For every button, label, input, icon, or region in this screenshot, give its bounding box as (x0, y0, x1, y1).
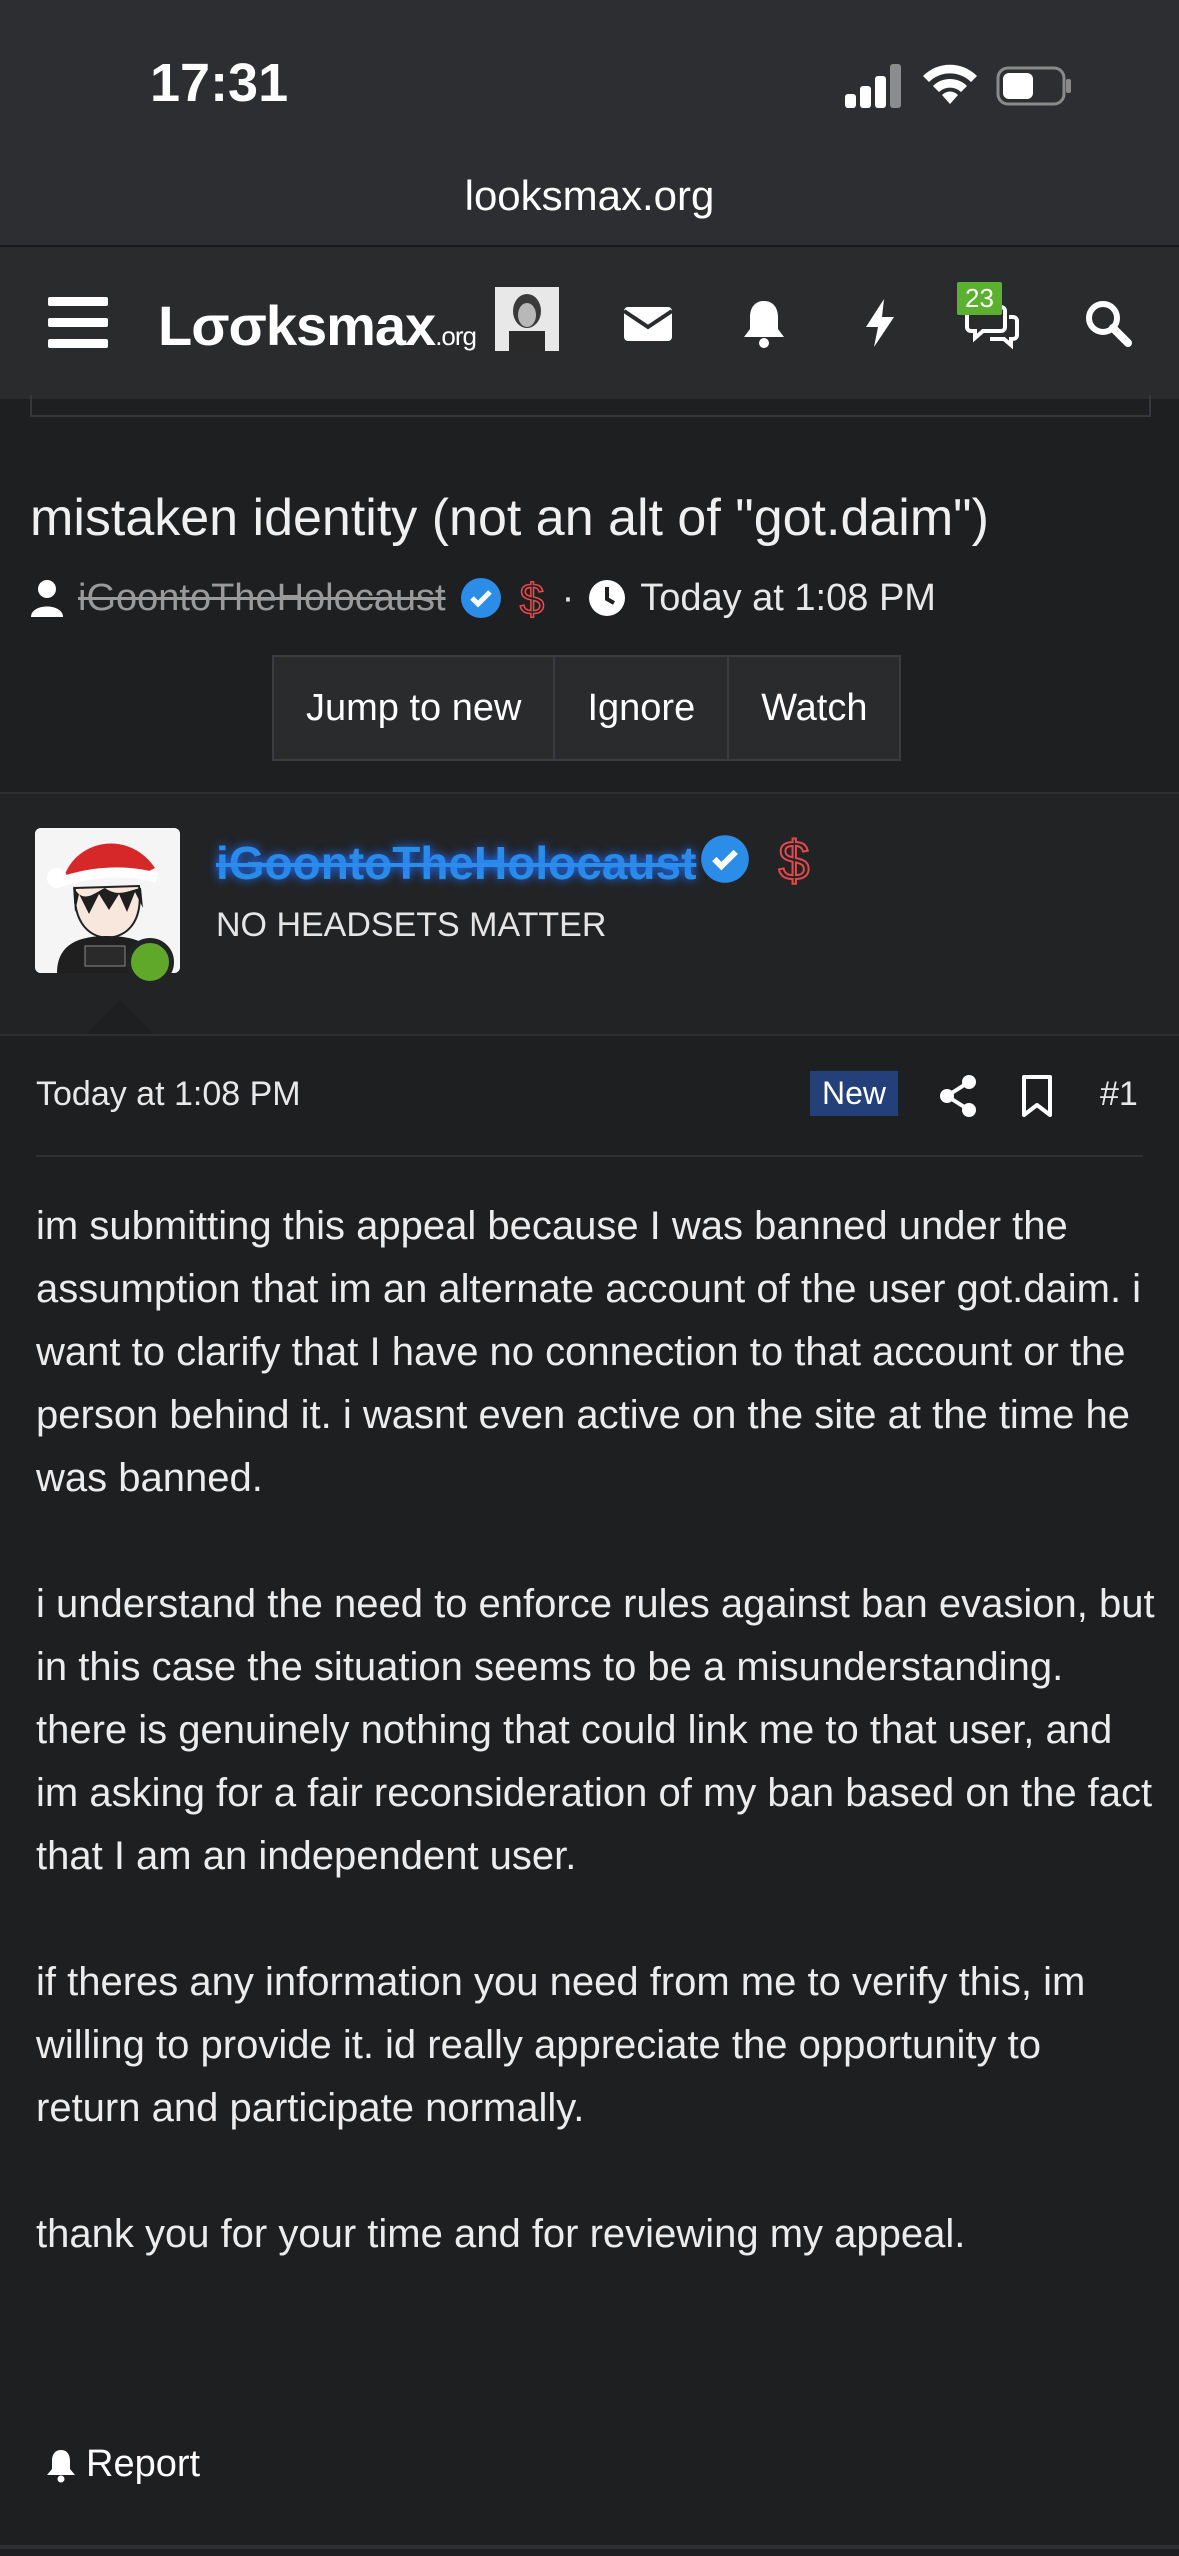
menu-icon[interactable] (48, 297, 108, 349)
site-navbar: Lσσksmax.org 23 (0, 245, 1179, 399)
browser-chrome: 17:31 looksmax.org (0, 0, 1179, 245)
url-bar[interactable]: looksmax.org (0, 172, 1179, 220)
bookmark-icon[interactable] (1020, 1074, 1054, 1118)
post-paragraph: i understand the need to enforce rules a… (36, 1582, 1155, 1878)
cellular-signal-icon (845, 62, 903, 108)
post-user-block: iGoontoTheHolocaust $ NO HEADSETS MATTER (0, 794, 1179, 1034)
clock-icon (589, 580, 626, 616)
bell-icon[interactable] (736, 295, 792, 351)
dollar-icon: $ (777, 830, 810, 890)
post-paragraph: im submitting this appeal because I was … (36, 1204, 1142, 1500)
post-paragraph: thank you for your time and for reviewin… (36, 2212, 966, 2256)
logo-suffix: .org (435, 321, 477, 351)
avatar-image (495, 287, 559, 351)
post-username[interactable]: iGoontoTheHolocaust (216, 836, 696, 890)
verified-icon (460, 578, 501, 618)
thread-meta: iGoontoTheHolocaust $ · Today at 1:08 PM (30, 573, 936, 623)
post-number[interactable]: #1 (1100, 1075, 1138, 1114)
nav-divider (30, 395, 1151, 417)
user-icon (31, 580, 63, 617)
site-logo[interactable]: Lσσksmax.org (158, 293, 477, 358)
share-icon[interactable] (938, 1074, 978, 1118)
post-date[interactable]: Today at 1:08 PM (36, 1075, 301, 1114)
divider (0, 2545, 1179, 2549)
new-badge: New (810, 1071, 899, 1116)
battery-icon (996, 66, 1071, 106)
meta-separator: · (561, 576, 575, 619)
account-avatar[interactable] (495, 287, 559, 351)
wifi-icon (923, 64, 977, 104)
verified-icon (701, 835, 749, 883)
mail-icon[interactable] (620, 295, 676, 351)
divider (0, 1034, 1179, 1036)
user-title: NO HEADSETS MATTER (216, 906, 607, 944)
online-indicator (126, 938, 174, 986)
bell-icon (47, 2449, 75, 2482)
logo-text: Lσσksmax (158, 294, 436, 357)
search-icon[interactable] (1080, 295, 1136, 351)
jump-to-new-button[interactable]: Jump to new (272, 655, 556, 761)
dollar-icon: $ (519, 574, 545, 622)
watch-button[interactable]: Watch (729, 655, 902, 761)
svg-text:$: $ (519, 575, 543, 622)
report-label: Report (86, 2443, 201, 2485)
thread-author[interactable]: iGoontoTheHolocaust (78, 577, 446, 620)
divider (36, 1155, 1143, 1157)
post-arrow (86, 1000, 154, 1034)
svg-text:$: $ (778, 830, 809, 890)
report-button[interactable]: Report (44, 2443, 200, 2486)
status-time: 17:31 (150, 53, 289, 113)
conversations-badge: 23 (957, 282, 1002, 315)
thread-actions: Jump to new Ignore Watch (272, 655, 902, 761)
thread-title: mistaken identity (not an alt of "got.da… (30, 489, 989, 547)
post-paragraph: if theres any information you need from … (36, 1960, 1086, 2130)
ignore-button[interactable]: Ignore (555, 655, 730, 761)
post-body: im submitting this appeal because I was … (36, 1195, 1156, 2266)
lightning-icon[interactable] (852, 295, 908, 351)
thread-date[interactable]: Today at 1:08 PM (640, 577, 936, 620)
